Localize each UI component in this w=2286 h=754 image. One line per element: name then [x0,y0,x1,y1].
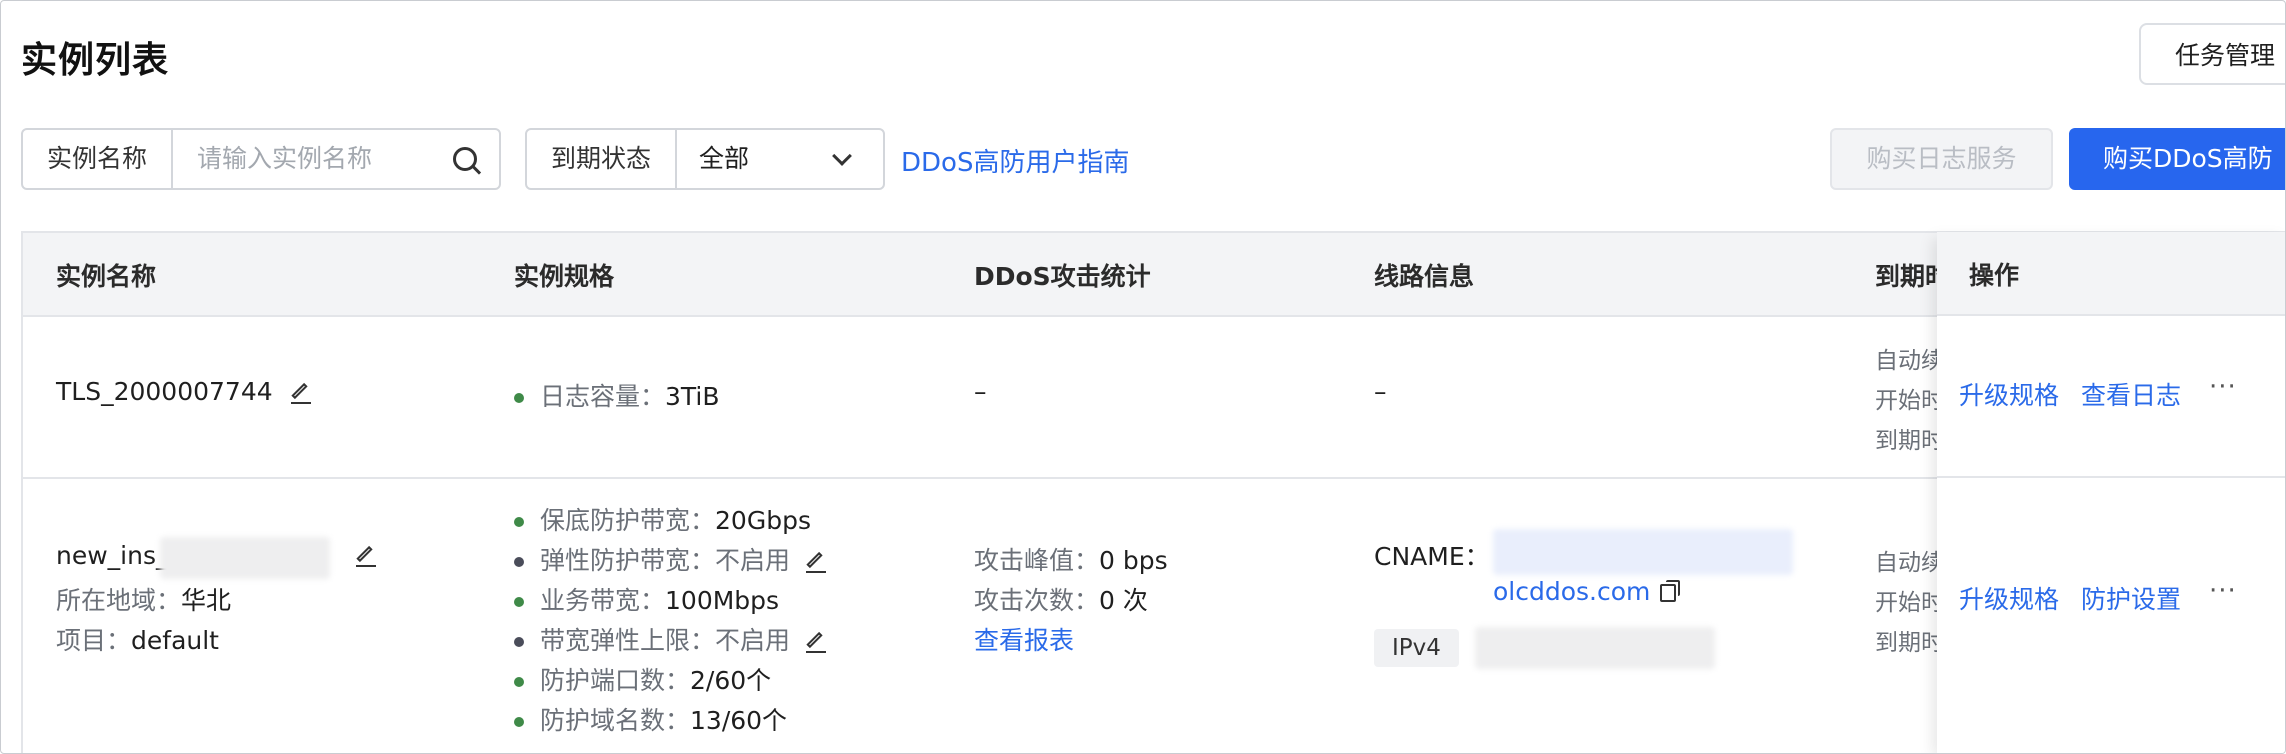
task-management-button[interactable]: 任务管理 [2139,23,2285,85]
pencil-icon[interactable] [290,384,311,404]
spec-item: 弹性防护带宽：不启用 [514,541,827,577]
buy-ddos-button[interactable]: 购买DDoS高防 [2069,128,2285,190]
spec-value: 不启用 [715,626,791,655]
col-operations: 操作 [1969,261,2020,290]
spec-value: 3TiB [665,382,720,411]
spec-label: 业务带宽： [540,586,666,615]
instance-name: TLS_2000007744 [56,377,273,406]
spec-value: 20Gbps [715,506,811,535]
spec-item: 业务带宽：100Mbps [514,581,779,617]
attack-stats: – [974,377,987,406]
copy-icon[interactable] [1660,580,1681,602]
search-icon[interactable] [453,147,477,171]
region-label: 所在地域： [56,586,182,615]
spec-label: 防护域名数： [540,706,691,735]
pencil-icon[interactable] [806,553,827,573]
protection-settings-link[interactable]: 防护设置 [2081,580,2181,616]
expire-select[interactable]: 全部 [677,130,883,188]
spec-value: 不启用 [715,546,791,575]
search-input[interactable]: 请输入实例名称 [173,130,499,188]
spec-list: 保底防护带宽：20Gbps 弹性防护带宽：不启用 业务带宽：100Mbps 带宽… [514,501,914,753]
col-instance-name: 实例名称 [56,262,157,291]
guide-link[interactable]: DDoS高防用户指南 [901,142,1129,179]
ops-header: 操作 [1937,232,2285,316]
attack-count-line: 攻击次数：0 次 [974,581,1148,617]
more-icon[interactable]: ··· [2209,576,2237,606]
expire-select-value: 全部 [699,144,750,173]
attack-count-label: 攻击次数： [974,586,1100,615]
status-dot [514,557,524,567]
status-dot [514,717,524,727]
spec-item: 保底防护带宽：20Gbps [514,501,811,537]
expire-filter: 到期状态 全部 [525,128,885,190]
ip-version-tag: IPv4 [1374,629,1459,667]
upgrade-spec-link[interactable]: 升级规格 [1959,376,2059,412]
spec-label: 日志容量： [540,382,666,411]
ops-column: 操作 升级规格 查看日志 ··· 升级规格 防护设置 ··· [1937,232,2285,753]
cname-domain-text: olcddos.com [1493,577,1651,606]
ops-row: 升级规格 防护设置 ··· [1937,478,2285,753]
page-title: 实例列表 [21,40,170,81]
pencil-icon[interactable] [806,633,827,653]
spec-item: 日志容量：3TiB [514,377,720,413]
status-dot [514,517,524,527]
col-line-info: 线路信息 [1374,262,1475,291]
spec-value: 2/60个 [690,666,772,695]
instance-name-cell: new_ins_ [56,537,376,579]
attack-peak-line: 攻击峰值：0 bps [974,541,1168,577]
status-dot [514,597,524,607]
ops-row: 升级规格 查看日志 ··· [1937,316,2285,478]
spec-label: 弹性防护带宽： [540,546,716,575]
view-report-link[interactable]: 查看报表 [974,621,1074,657]
name-filter-label: 实例名称 [23,130,174,188]
cname-domain[interactable]: olcddos.com [1493,577,1681,606]
spec-item: 防护端口数：2/60个 [514,661,771,697]
spec-label: 防护端口数： [540,666,691,695]
attack-peak-value: 0 bps [1099,546,1168,575]
app-frame: 实例列表 任务管理 实例名称 请输入实例名称 到期状态 全部 DDoS高防用户指… [0,0,2286,754]
project-line: 项目：default [56,621,219,657]
attack-peak-label: 攻击峰值： [974,546,1100,575]
more-icon[interactable]: ··· [2209,372,2237,402]
attack-count-value: 0 次 [1099,586,1148,615]
spec-label: 带宽弹性上限： [540,626,716,655]
instance-name-cell: TLS_2000007744 [56,377,311,406]
buy-log-service-button[interactable]: 购买日志服务 [1830,128,2053,190]
redacted-ip [1475,627,1715,669]
region-value: 华北 [181,586,232,615]
spec-value: 100Mbps [665,586,780,615]
chevron-down-icon [832,146,852,166]
line-info: – [1374,377,1387,406]
redacted-name [160,537,330,579]
cname-label: CNAME： [1374,542,1490,571]
col-instance-spec: 实例规格 [514,262,615,291]
instance-name: new_ins_ [56,541,169,570]
view-logs-link[interactable]: 查看日志 [2081,376,2181,412]
spec-item: 防护域名数：13/60个 [514,701,787,737]
spec-value: 13/60个 [690,706,788,735]
expire-filter-label: 到期状态 [527,130,678,188]
upgrade-spec-link[interactable]: 升级规格 [1959,580,2059,616]
project-label: 项目： [56,626,132,655]
spec-item: 带宽弹性上限：不启用 [514,621,827,657]
status-dot [514,393,524,403]
col-ddos-stats: DDoS攻击统计 [974,262,1151,291]
status-dot [514,677,524,687]
spec-label: 保底防护带宽： [540,506,716,535]
status-dot [514,637,524,647]
region-line: 所在地域：华北 [56,581,231,617]
name-filter: 实例名称 请输入实例名称 [21,128,501,190]
search-placeholder: 请输入实例名称 [197,144,373,173]
project-value: default [131,626,219,655]
pencil-icon[interactable] [356,547,376,567]
redacted-cname [1493,529,1793,575]
